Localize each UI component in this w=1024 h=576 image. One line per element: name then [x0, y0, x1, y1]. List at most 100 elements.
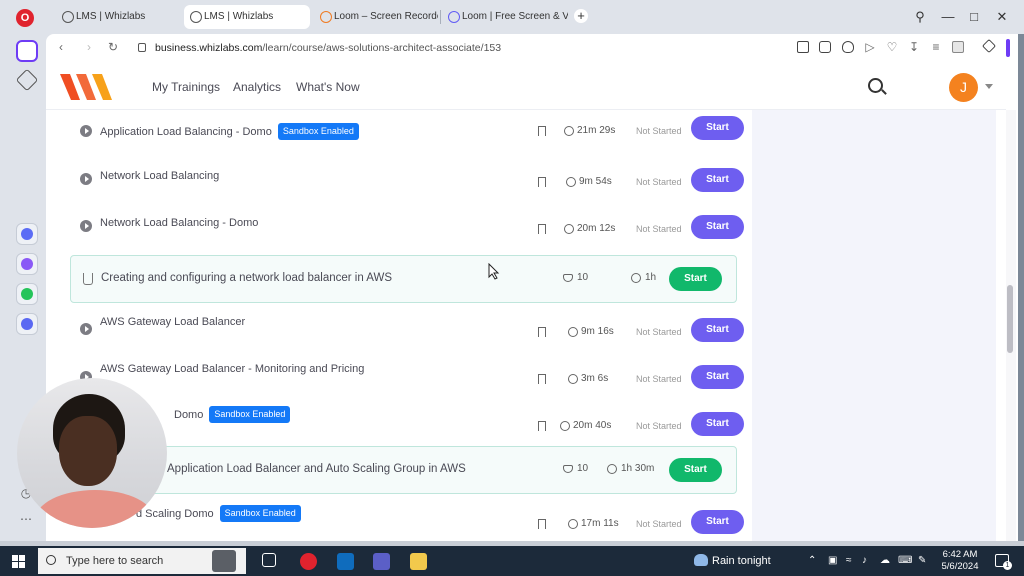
tab-lms-whizlabs-1[interactable]: LMS | Whizlabs — [56, 5, 180, 29]
bookmark-icon[interactable] — [538, 327, 546, 337]
minimize-icon[interactable]: — — [940, 9, 956, 25]
tab-label: Loom | Free Screen & Vide — [462, 11, 568, 22]
messenger-icon[interactable] — [16, 253, 38, 275]
forward-icon[interactable]: › — [82, 40, 96, 54]
music-icon[interactable] — [16, 313, 38, 335]
lesson-row[interactable]: Network Load Balancing - Domo 20m 12s No… — [70, 203, 744, 249]
lesson-row[interactable]: Domo Sandbox Enabled 20m 40s Not Started … — [70, 400, 744, 446]
lab-row[interactable]: Creating and configuring a network load … — [70, 255, 737, 303]
page-scrollbar[interactable] — [1006, 110, 1016, 541]
taskbar-clock[interactable]: 6:42 AM 5/6/2024 — [930, 549, 990, 573]
aria-icon[interactable] — [16, 223, 38, 245]
new-tab-button[interactable]: + — [574, 9, 588, 23]
bookmark-icon[interactable] — [538, 224, 546, 234]
edit-icon[interactable] — [797, 41, 809, 53]
start-button[interactable]: Start — [691, 510, 744, 534]
lesson-status: Not Started — [636, 374, 682, 384]
search-icon[interactable] — [868, 78, 883, 93]
opera-logo-icon[interactable]: O — [16, 9, 34, 27]
start-button[interactable]: Start — [691, 116, 744, 140]
chevron-down-icon[interactable] — [985, 84, 993, 89]
start-button[interactable]: Start — [669, 267, 722, 291]
task-view-icon[interactable] — [262, 553, 276, 567]
back-icon[interactable]: ‹ — [54, 40, 68, 54]
rain-weather-icon[interactable] — [694, 554, 708, 566]
bookmark-icon[interactable] — [538, 126, 546, 136]
start-button[interactable]: Start — [691, 168, 744, 192]
scrollbar-thumb[interactable] — [1007, 285, 1013, 353]
tab-loom-free[interactable]: Loom | Free Screen & Vide — [442, 5, 568, 29]
maximize-icon[interactable]: □ — [966, 9, 982, 25]
home-icon[interactable] — [16, 40, 38, 62]
globe-icon — [62, 11, 74, 23]
start-button[interactable]: Start — [669, 458, 722, 482]
camera-icon[interactable] — [819, 41, 831, 53]
more-icon[interactable]: ⋯ — [19, 512, 33, 526]
bookmark-icon[interactable] — [538, 421, 546, 431]
bookmark-icon[interactable] — [538, 519, 546, 529]
start-button[interactable]: Start — [691, 215, 744, 239]
screen: O LMS | Whizlabs LMS | Whizlabs Loom – S… — [0, 0, 1024, 576]
cloud-icon[interactable]: ☁ — [880, 555, 890, 566]
lesson-row[interactable]: Application Load Balancing - Domo Sandbox… — [70, 110, 744, 156]
tab-loom-recorder[interactable]: Loom – Screen Recorder / — [314, 5, 438, 29]
download-icon[interactable]: ↧ — [907, 40, 921, 54]
menu-icon[interactable]: ≡ — [929, 40, 943, 54]
start-button[interactable]: Start — [691, 365, 744, 389]
avatar[interactable]: J — [949, 73, 978, 102]
file-explorer-icon[interactable] — [410, 553, 427, 570]
lesson-row[interactable]: AWS Gateway Load Balancer 9m 16s Not Sta… — [70, 306, 744, 352]
notification-badge: 1 — [1003, 561, 1012, 570]
url-field[interactable]: business.whizlabs.com/learn/course/aws-s… — [155, 42, 501, 54]
volume-icon[interactable]: ♪ — [862, 555, 867, 566]
lab-row[interactable]: Application Load Balancer and Auto Scali… — [70, 446, 737, 494]
shield-icon[interactable] — [842, 41, 854, 53]
tray-chevron-icon[interactable]: ⌃ — [808, 555, 816, 566]
clock-icon — [566, 177, 576, 187]
lesson-status: Not Started — [636, 519, 682, 529]
webcam-bubble[interactable] — [17, 378, 167, 528]
wifi-icon[interactable]: ≈ — [846, 555, 852, 566]
lab-points: 10 — [577, 463, 589, 474]
outlook-icon[interactable] — [337, 553, 354, 570]
lesson-title: AWS Gateway Load Balancer - Monitoring a… — [100, 363, 365, 375]
opera-taskbar-icon[interactable] — [300, 553, 317, 570]
lesson-row[interactable]: Network Load Balancing 9m 54s Not Starte… — [70, 156, 744, 202]
start-button[interactable]: Start — [691, 318, 744, 342]
lesson-title-text: Application Load Balancing - Domo — [100, 126, 272, 138]
lesson-status: Not Started — [636, 177, 682, 187]
teams-icon[interactable] — [373, 553, 390, 570]
extensions-cube-icon[interactable] — [981, 38, 997, 54]
keyboard-icon[interactable]: ⌨ — [898, 555, 912, 566]
bookmark-icon[interactable] — [538, 177, 546, 187]
whatsapp-icon[interactable] — [16, 283, 38, 305]
lesson-duration: 17m 11s — [581, 518, 619, 529]
lesson-row[interactable]: d Scaling Domo Sandbox Enabled 17m 11s No… — [70, 498, 744, 544]
clock-icon — [560, 421, 570, 431]
pinboard-icon[interactable] — [15, 68, 39, 92]
play-icon — [80, 323, 92, 335]
nav-whats-now[interactable]: What's Now — [296, 80, 360, 94]
whizlabs-logo-icon[interactable] — [58, 72, 114, 102]
weather-text[interactable]: Rain tonight — [712, 555, 771, 567]
lesson-duration: 20m 40s — [573, 420, 612, 431]
windows-start-icon[interactable] — [12, 555, 25, 568]
reload-icon[interactable]: ↻ — [106, 40, 120, 54]
pen-icon[interactable]: ✎ — [918, 555, 926, 566]
start-button[interactable]: Start — [691, 412, 744, 436]
camera-app-icon[interactable] — [212, 550, 236, 572]
nav-my-trainings[interactable]: My Trainings — [152, 80, 220, 94]
profile-icon[interactable] — [952, 41, 964, 53]
network-icon[interactable]: ▣ — [828, 555, 837, 566]
heart-icon[interactable]: ♡ — [885, 40, 899, 54]
tab-lms-whizlabs-2[interactable]: LMS | Whizlabs — [184, 5, 310, 29]
close-icon[interactable]: ✕ — [994, 9, 1010, 25]
search-icon — [46, 555, 56, 565]
lesson-row[interactable]: AWS Gateway Load Balancer - Monitoring a… — [70, 353, 744, 399]
bookmark-icon[interactable] — [538, 374, 546, 384]
url-path: /learn/course/aws-solutions-architect-as… — [262, 42, 502, 54]
send-icon[interactable]: ▷ — [863, 40, 877, 54]
loom-icon — [448, 11, 460, 23]
nav-analytics[interactable]: Analytics — [233, 80, 281, 94]
tab-search-icon[interactable]: ⚲ — [912, 9, 928, 25]
